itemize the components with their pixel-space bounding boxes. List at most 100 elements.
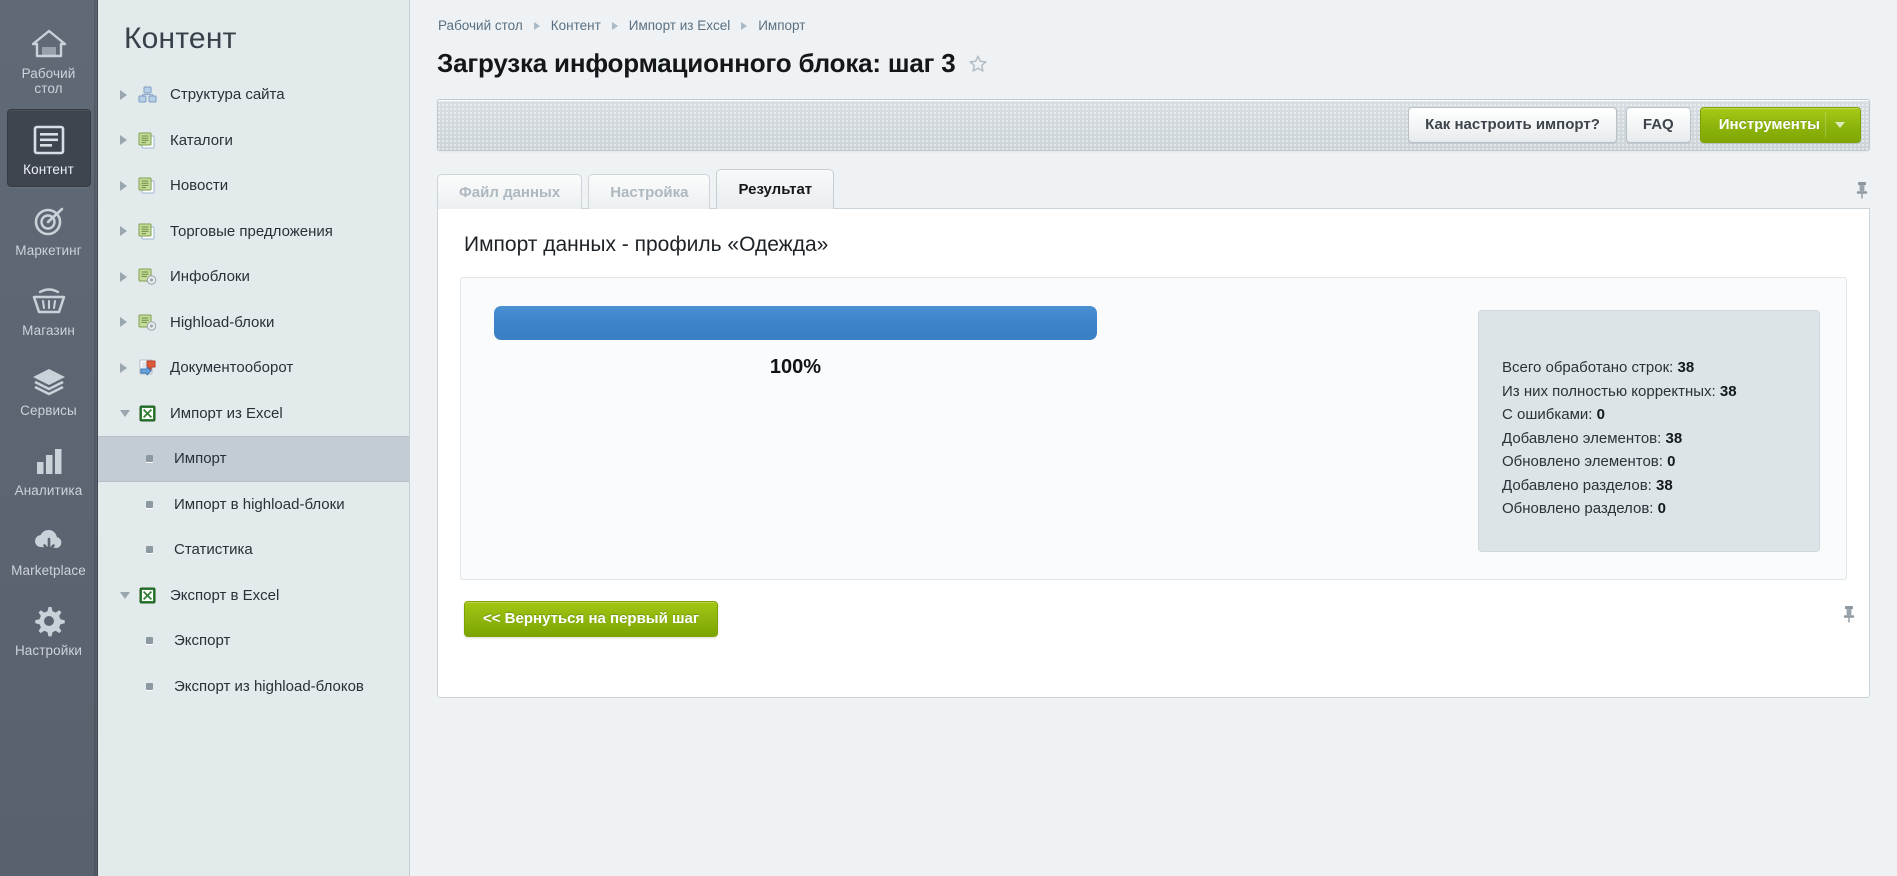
tree-label: Статистика: [168, 541, 253, 558]
stat-value: 38: [1665, 430, 1682, 447]
nav-item-settings[interactable]: Настройки: [7, 591, 91, 667]
site-structure-icon: [138, 86, 164, 103]
nav-label-marketplace: Marketplace: [9, 563, 89, 578]
tree-label: Экспорт в Excel: [164, 587, 279, 604]
nav-item-services[interactable]: Сервисы: [7, 351, 91, 427]
stat-label: Обновлено разделов:: [1502, 500, 1653, 517]
primary-icon-nav: Рабочий стол Контент Марк: [0, 0, 98, 876]
content-tree-panel: Контент Структура сайта: [98, 0, 410, 876]
chevron-right-icon[interactable]: [120, 317, 138, 327]
tree-list: Структура сайта Каталоги: [98, 72, 409, 709]
stat-value: 38: [1678, 359, 1695, 376]
tree-item-import-excel[interactable]: Импорт из Excel: [98, 391, 409, 437]
nav-label-desktop: Рабочий стол: [9, 66, 89, 96]
pin-icon[interactable]: [1854, 180, 1870, 200]
admin-page: Рабочий стол Контент Марк: [0, 0, 1897, 876]
tab-data-file[interactable]: Файл данных: [437, 174, 582, 209]
tools-dropdown-button[interactable]: Инструменты: [1700, 107, 1861, 143]
tree-item-statistics[interactable]: Статистика: [98, 527, 409, 573]
breadcrumb-item-content[interactable]: Контент: [551, 18, 601, 33]
stat-value: 38: [1720, 383, 1737, 400]
bar-chart-icon: [9, 441, 89, 481]
iblock-icon: [138, 177, 164, 194]
tree-item-site-structure[interactable]: Структура сайта: [98, 72, 409, 118]
chevron-right-icon[interactable]: [120, 90, 138, 100]
tree-label: Импорт из Excel: [164, 405, 283, 422]
tree-item-catalogs[interactable]: Каталоги: [98, 118, 409, 164]
nav-item-shop[interactable]: Магазин: [7, 271, 91, 347]
basket-icon: [9, 281, 89, 321]
iblock-gear-icon: [138, 268, 164, 285]
nav-label-shop: Магазин: [9, 323, 89, 338]
tree-label: Новости: [164, 177, 228, 194]
chevron-right-icon[interactable]: [120, 272, 138, 282]
stat-label: Всего обработано строк:: [1502, 359, 1673, 376]
how-to-setup-import-button[interactable]: Как настроить импорт?: [1408, 107, 1617, 143]
tree-item-import[interactable]: Импорт: [98, 436, 409, 482]
stat-added-elements: Добавлено элементов: 38: [1502, 427, 1819, 451]
back-to-first-step-button[interactable]: << Вернуться на первый шаг: [464, 601, 718, 637]
nav-item-analytics[interactable]: Аналитика: [7, 431, 91, 507]
breadcrumb-item-import[interactable]: Импорт: [758, 18, 805, 33]
nav-item-content[interactable]: Контент: [7, 109, 91, 187]
chevron-down-icon[interactable]: [120, 410, 138, 417]
stat-value: 0: [1667, 453, 1675, 470]
breadcrumb-item-desktop[interactable]: Рабочий стол: [438, 18, 523, 33]
chevron-right-icon[interactable]: [120, 135, 138, 145]
result-card: Импорт данных - профиль «Одежда» 100% Вс…: [437, 208, 1870, 698]
tree-item-export-excel[interactable]: Экспорт в Excel: [98, 573, 409, 619]
tree-label: Структура сайта: [164, 86, 285, 103]
tools-button-divider: [1825, 112, 1826, 138]
page-title-row: Загрузка информационного блока: шаг 3: [410, 33, 1897, 79]
chevron-right-icon[interactable]: [120, 363, 138, 373]
tree-item-import-highload[interactable]: Импорт в highload-блоки: [98, 482, 409, 528]
stat-updated-elements: Обновлено элементов: 0: [1502, 450, 1819, 474]
breadcrumb-separator-icon: [612, 22, 618, 30]
tree-item-news[interactable]: Новости: [98, 163, 409, 209]
tree-item-infoblocks[interactable]: Инфоблоки: [98, 254, 409, 300]
chevron-right-icon[interactable]: [120, 181, 138, 191]
tab-result[interactable]: Результат: [716, 169, 834, 209]
tree-label: Документооборот: [164, 359, 293, 376]
faq-button[interactable]: FAQ: [1626, 107, 1691, 143]
stat-updated-sections: Обновлено разделов: 0: [1502, 497, 1819, 521]
star-outline-icon[interactable]: [968, 54, 988, 74]
tabs-bar: Файл данных Настройка Результат: [437, 169, 1870, 209]
tree-label: Инфоблоки: [164, 268, 250, 285]
breadcrumb-item-import-excel[interactable]: Импорт из Excel: [629, 18, 730, 33]
tree-label: Экспорт: [168, 632, 230, 649]
tree-item-export-highload[interactable]: Экспорт из highload-блоков: [98, 664, 409, 710]
bullet-icon: [146, 637, 168, 644]
target-icon: [9, 201, 89, 241]
tree-label: Импорт: [168, 450, 226, 467]
chevron-right-icon[interactable]: [120, 226, 138, 236]
pin-icon[interactable]: [1841, 604, 1857, 624]
nav-label-content: Контент: [10, 162, 88, 177]
stat-label: Обновлено элементов:: [1502, 453, 1663, 470]
tree-item-export[interactable]: Экспорт: [98, 618, 409, 664]
progress-bar-track: [494, 306, 1097, 340]
page-title: Загрузка информационного блока: шаг 3: [437, 48, 956, 79]
tree-label: Торговые предложения: [164, 223, 333, 240]
progress-bar-fill: [494, 306, 1097, 340]
nav-label-marketing: Маркетинг: [9, 243, 89, 258]
tree-label: Экспорт из highload-блоков: [168, 678, 364, 695]
home-icon: [9, 24, 89, 64]
cloud-download-icon: [9, 521, 89, 561]
tree-item-highload-blocks[interactable]: Highload-блоки: [98, 300, 409, 346]
nav-item-desktop[interactable]: Рабочий стол: [7, 14, 91, 105]
bullet-icon: [146, 455, 168, 462]
progress-percent-label: 100%: [494, 356, 1097, 379]
tree-item-offers[interactable]: Торговые предложения: [98, 209, 409, 255]
bullet-icon: [146, 683, 168, 690]
tree-item-document-flow[interactable]: Документооборот: [98, 345, 409, 391]
tree-panel-title: Контент: [98, 0, 409, 72]
content-document-icon: [10, 120, 88, 160]
nav-item-marketing[interactable]: Маркетинг: [7, 191, 91, 267]
document-flow-icon: [138, 359, 164, 376]
nav-item-marketplace[interactable]: Marketplace: [7, 511, 91, 587]
iblock-icon: [138, 223, 164, 240]
breadcrumb-separator-icon: [741, 22, 747, 30]
tab-settings[interactable]: Настройка: [588, 174, 710, 209]
chevron-down-icon[interactable]: [120, 592, 138, 599]
